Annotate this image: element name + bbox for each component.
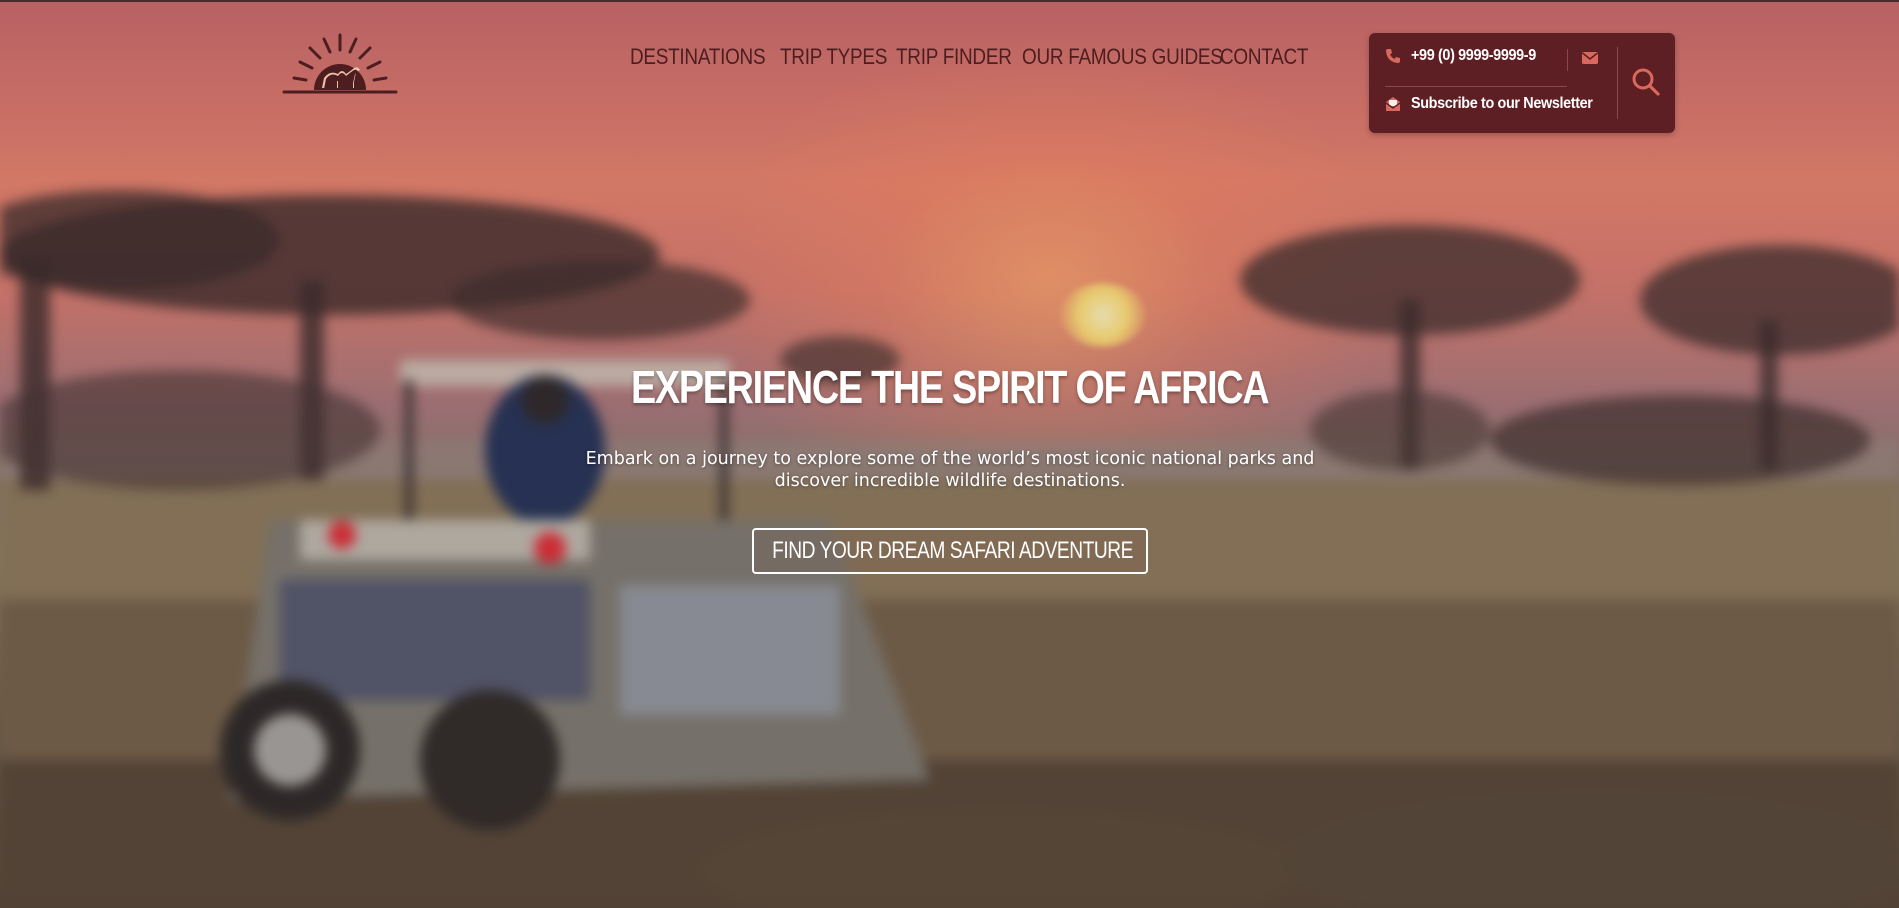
top-border [0,0,1899,2]
nav-our-famous-guides[interactable]: OUR FAMOUS GUIDES [1022,44,1223,70]
phone-number: +99 (0) 9999-9999-9 [1411,47,1536,64]
nav-destinations[interactable]: DESTINATIONS [630,44,766,70]
phone-icon [1386,49,1400,63]
divider [1385,86,1567,87]
sunrise-camel-logo-icon [282,33,398,94]
nav-contact[interactable]: CONTACT [1220,44,1308,70]
main-nav: DESTINATIONS TRIP TYPES TRIP FINDER OUR … [630,44,1308,74]
nav-trip-types[interactable]: TRIP TYPES [780,44,887,70]
email-link[interactable] [1581,50,1599,69]
site-logo[interactable] [282,30,398,96]
cta-label: FIND YOUR DREAM SAFARI ADVENTURE [772,537,1134,564]
hero-subtext: Embark on a journey to explore some of t… [585,449,1315,491]
nav-trip-finder[interactable]: TRIP FINDER [896,44,1012,70]
contact-panel: +99 (0) 9999-9999-9 Subscribe to our New… [1369,33,1675,133]
newsletter-link[interactable]: Subscribe to our Newsletter [1385,95,1613,113]
divider [1617,47,1618,119]
newsletter-label: Subscribe to our Newsletter [1411,95,1593,112]
divider [1567,49,1568,71]
find-safari-button[interactable]: FIND YOUR DREAM SAFARI ADVENTURE [752,528,1148,574]
envelope-icon [1582,52,1598,64]
phone-link[interactable]: +99 (0) 9999-9999-9 [1385,47,1550,65]
search-button[interactable] [1631,67,1661,101]
newsletter-envelope-icon [1385,97,1401,111]
search-icon [1632,68,1660,96]
hero-headline: EXPERIENCE THE SPIRIT OF AFRICA [630,361,1270,413]
